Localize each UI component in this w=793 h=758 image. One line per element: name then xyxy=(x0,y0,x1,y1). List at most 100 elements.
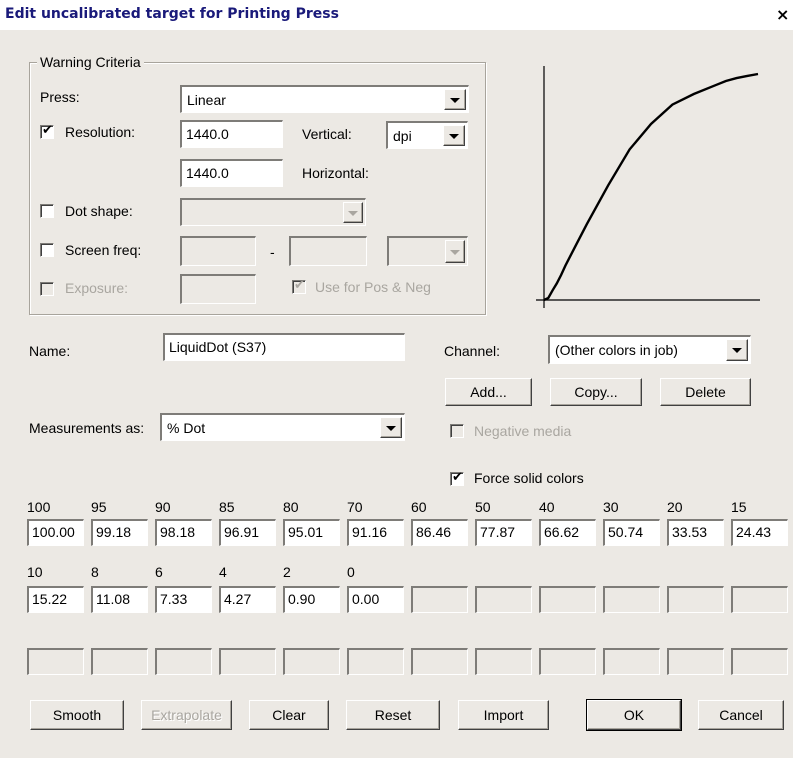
calibration-curve xyxy=(543,72,759,302)
clear-button[interactable]: Clear xyxy=(249,700,329,730)
press-dropdown-button[interactable] xyxy=(444,89,466,110)
measurements-dropdown-button[interactable] xyxy=(380,417,402,438)
grid-value-input[interactable]: 50.74 xyxy=(603,519,660,546)
grid-value-input[interactable]: 33.53 xyxy=(667,519,724,546)
dot-shape-dropdown-button[interactable] xyxy=(343,202,363,223)
close-icon[interactable]: × xyxy=(776,5,793,25)
grid-value-input[interactable] xyxy=(731,648,788,675)
channel-dropdown-button[interactable] xyxy=(726,339,748,361)
grid-header-label: 40 xyxy=(539,499,555,515)
name-input[interactable]: LiquidDot (S37) xyxy=(163,333,405,361)
grid-header-label: 80 xyxy=(283,499,299,515)
resolution-checkbox[interactable]: ✔ xyxy=(40,123,54,139)
grid-value-input[interactable] xyxy=(539,648,596,675)
grid-value-input[interactable] xyxy=(475,586,532,613)
grid-value-input[interactable]: 86.46 xyxy=(411,519,468,546)
grid-value-input[interactable] xyxy=(539,586,596,613)
grid-header-label: 8 xyxy=(91,564,99,580)
window-title: Edit uncalibrated target for Printing Pr… xyxy=(5,6,339,22)
cancel-button[interactable]: Cancel xyxy=(698,700,784,730)
grid-value-input[interactable]: 15.22 xyxy=(27,586,84,613)
grid-value-input[interactable]: 0.00 xyxy=(347,586,404,613)
import-button[interactable]: Import xyxy=(458,700,549,730)
horizontal-resolution-input[interactable]: 1440.0 xyxy=(180,159,283,187)
grid-value-input[interactable]: 4.27 xyxy=(219,586,276,613)
smooth-button[interactable]: Smooth xyxy=(30,700,124,730)
grid-value-input[interactable] xyxy=(347,648,404,675)
grid-value-input[interactable] xyxy=(219,648,276,675)
force-solid-colors-label: Force solid colors xyxy=(474,470,584,486)
grid-value-input[interactable] xyxy=(475,648,532,675)
grid-value-input[interactable] xyxy=(283,648,340,675)
force-solid-colors-checkbox[interactable]: ✔ xyxy=(450,470,464,486)
grid-value-input[interactable]: 100.00 xyxy=(27,519,84,546)
grid-value-input[interactable]: 24.43 xyxy=(731,519,788,546)
exposure-input[interactable] xyxy=(180,274,256,304)
grid-value-input[interactable]: 99.18 xyxy=(91,519,148,546)
press-select-value: Linear xyxy=(187,92,226,108)
grid-header-label: 85 xyxy=(219,499,235,515)
grid-value-input[interactable]: 0.90 xyxy=(283,586,340,613)
screen-freq-checkbox[interactable] xyxy=(40,243,54,257)
grid-header-label: 0 xyxy=(347,564,355,580)
grid-value-input[interactable]: 11.08 xyxy=(91,586,148,613)
chevron-down-icon xyxy=(449,133,459,139)
exposure-checkbox[interactable] xyxy=(40,282,54,296)
grid-value-input[interactable]: 98.18 xyxy=(155,519,212,546)
delete-button[interactable]: Delete xyxy=(660,378,751,406)
screen-freq-unit-select[interactable] xyxy=(387,236,468,266)
ok-button[interactable]: OK xyxy=(586,699,682,731)
press-label: Press: xyxy=(40,89,80,105)
grid-value-input[interactable] xyxy=(411,586,468,613)
channel-select[interactable]: (Other colors in job) xyxy=(548,335,751,364)
checkmark-icon: ✔ xyxy=(42,123,53,138)
grid-header-label: 6 xyxy=(155,564,163,580)
chevron-down-icon xyxy=(450,97,460,103)
checkmark-icon: ✔ xyxy=(452,470,463,485)
screen-freq-dropdown-button[interactable] xyxy=(445,240,465,263)
vertical-resolution-input[interactable]: 1440.0 xyxy=(180,120,283,148)
grid-value-input[interactable]: 95.01 xyxy=(283,519,340,546)
measurements-select[interactable]: % Dot xyxy=(160,413,405,441)
extrapolate-button[interactable]: Extrapolate xyxy=(141,700,232,730)
negative-media-checkbox[interactable] xyxy=(450,424,464,438)
dot-shape-select[interactable] xyxy=(180,198,366,226)
grid-value-input[interactable] xyxy=(667,648,724,675)
reset-button[interactable]: Reset xyxy=(346,700,440,730)
grid-value-input[interactable] xyxy=(411,648,468,675)
press-select[interactable]: Linear xyxy=(180,85,469,113)
channel-label: Channel: xyxy=(444,343,501,359)
chevron-down-icon xyxy=(386,425,396,431)
grid-value-input[interactable]: 96.91 xyxy=(219,519,276,546)
warning-criteria-legend: Warning Criteria xyxy=(37,53,144,71)
grid-header-label: 90 xyxy=(155,499,171,515)
grid-value-input[interactable]: 77.87 xyxy=(475,519,532,546)
copy-button[interactable]: Copy... xyxy=(550,378,642,406)
grid-value-input[interactable] xyxy=(603,586,660,613)
title-bar: Edit uncalibrated target for Printing Pr… xyxy=(0,0,793,30)
grid-value-input[interactable]: 7.33 xyxy=(155,586,212,613)
grid-header-label: 2 xyxy=(283,564,291,580)
chevron-down-icon xyxy=(348,210,358,216)
unit-dropdown-button[interactable] xyxy=(443,125,465,146)
grid-value-input[interactable] xyxy=(667,586,724,613)
screen-freq-max-input[interactable] xyxy=(289,236,367,266)
add-button[interactable]: Add... xyxy=(445,378,532,406)
grid-value-input[interactable] xyxy=(91,648,148,675)
grid-value-input[interactable] xyxy=(27,648,84,675)
grid-value-input[interactable]: 66.62 xyxy=(539,519,596,546)
calibration-curve-preview xyxy=(536,66,760,308)
resolution-unit-select[interactable]: dpi xyxy=(386,121,468,149)
use-pos-neg-checkbox[interactable]: ✔ xyxy=(292,278,306,294)
grid-value-input[interactable]: 91.16 xyxy=(347,519,404,546)
grid-value-input[interactable] xyxy=(731,586,788,613)
horizontal-label: Horizontal: xyxy=(302,165,369,181)
grid-value-input[interactable] xyxy=(603,648,660,675)
dot-shape-checkbox[interactable] xyxy=(40,204,54,218)
grid-value-input[interactable] xyxy=(155,648,212,675)
screen-freq-min-input[interactable] xyxy=(180,236,256,266)
grid-header-label: 50 xyxy=(475,499,491,515)
grid-header-label: 30 xyxy=(603,499,619,515)
exposure-label: Exposure: xyxy=(65,280,129,296)
vertical-label: Vertical: xyxy=(302,126,352,142)
